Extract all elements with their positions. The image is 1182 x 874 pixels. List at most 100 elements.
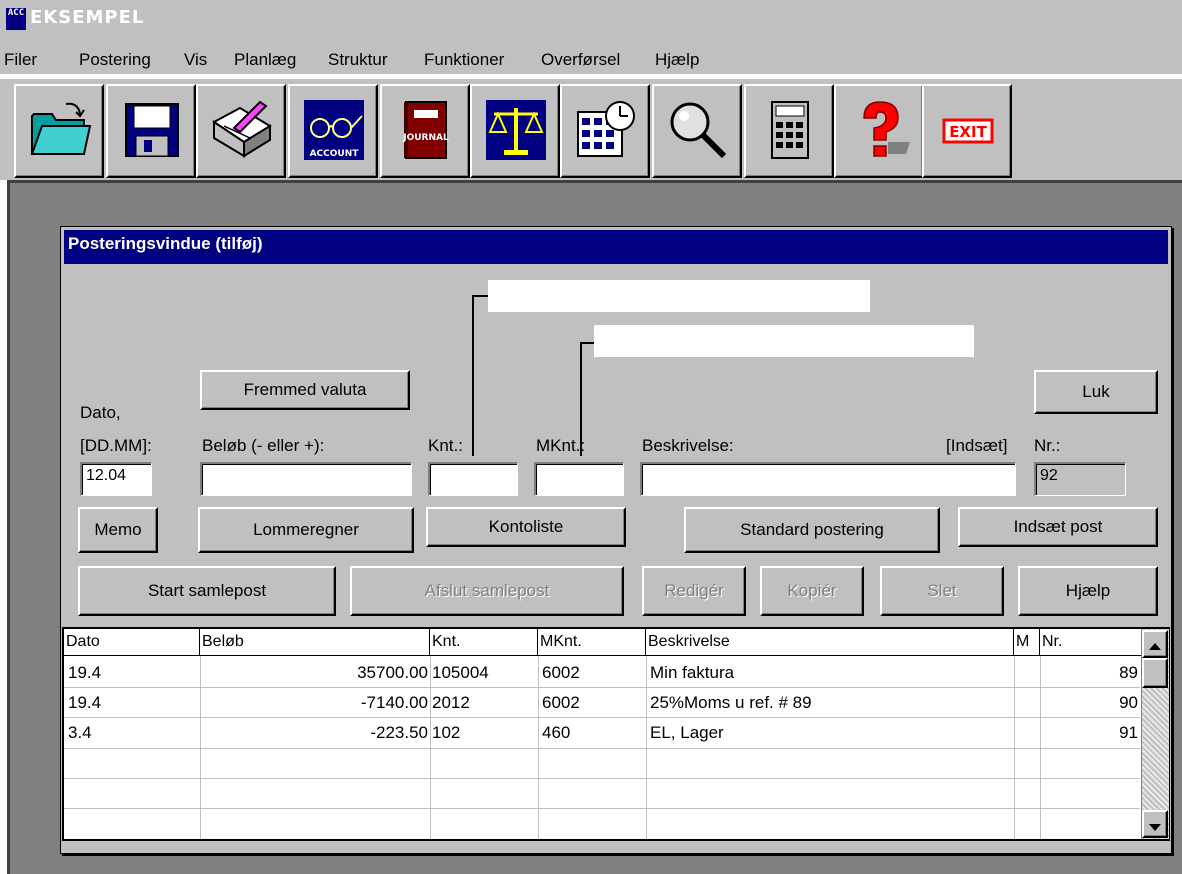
cell-account[interactable]: 2012 xyxy=(430,688,538,718)
copy-post-button: Kopiér xyxy=(760,566,864,616)
description-label: Beskrivelse: xyxy=(642,436,734,455)
amount-field[interactable] xyxy=(200,462,412,496)
account-list-button[interactable]: Kontoliste xyxy=(426,507,626,547)
edit-button[interactable] xyxy=(196,84,286,178)
calculator-button[interactable] xyxy=(744,84,834,178)
arrow-up-icon xyxy=(1149,643,1161,650)
menu-filer[interactable]: Filer xyxy=(4,50,37,70)
balance-button[interactable] xyxy=(470,84,560,178)
grid-line xyxy=(64,778,1140,779)
calendar-button[interactable] xyxy=(560,84,650,178)
edit-notepad-icon xyxy=(212,100,272,158)
column-header-amount[interactable]: Beløb xyxy=(200,629,430,656)
save-disk-icon xyxy=(125,103,179,157)
magnifier-icon xyxy=(670,102,727,159)
memo-button[interactable]: Memo xyxy=(78,507,158,553)
account-label: Knt.: xyxy=(428,436,463,455)
column-header-description[interactable]: Beskrivelse xyxy=(646,629,1014,656)
grid-line xyxy=(64,748,1140,749)
redacted-callout xyxy=(594,325,974,357)
insert-post-button[interactable]: Indsæt post xyxy=(958,507,1158,547)
cell-counter-account[interactable]: 6002 xyxy=(538,688,646,718)
close-button[interactable]: Luk xyxy=(1034,370,1158,414)
cell-amount[interactable]: -7140.00 xyxy=(200,688,430,718)
callout-line xyxy=(472,295,474,456)
date-label: Dato, xyxy=(80,403,121,422)
svg-text:EXIT: EXIT xyxy=(949,123,987,141)
help-button[interactable] xyxy=(834,84,924,178)
calculator-icon xyxy=(771,101,809,159)
menu-overforsel[interactable]: Overførsel xyxy=(541,50,620,70)
number-label: Nr.: xyxy=(1034,436,1061,455)
cell-description[interactable]: Min faktura xyxy=(646,658,1014,688)
counter-account-label: MKnt.: xyxy=(536,436,586,455)
redacted-callout xyxy=(488,280,870,312)
scroll-down-button[interactable] xyxy=(1142,810,1168,838)
account-field[interactable] xyxy=(428,462,518,496)
calculator-dialog-button[interactable]: Lommeregner xyxy=(198,507,414,553)
cell-amount[interactable]: -223.50 xyxy=(200,718,430,748)
exit-button[interactable]: EXIT xyxy=(922,84,1012,178)
foreign-currency-button[interactable]: Fremmed valuta xyxy=(200,370,410,410)
menu-struktur[interactable]: Struktur xyxy=(328,50,388,70)
menu-hjaelp[interactable]: Hjælp xyxy=(655,50,699,70)
standard-posting-button[interactable]: Standard postering xyxy=(684,507,940,553)
column-header-date[interactable]: Dato xyxy=(64,629,200,656)
help-dialog-button[interactable]: Hjælp xyxy=(1018,566,1158,616)
cell-description[interactable]: EL, Lager xyxy=(646,718,1014,748)
cell-m[interactable] xyxy=(1014,658,1040,688)
balance-scale-icon xyxy=(486,100,546,160)
cell-counter-account[interactable]: 6002 xyxy=(538,658,646,688)
column-header-number[interactable]: Nr. xyxy=(1040,629,1142,656)
insert-hint-label: [Indsæt] xyxy=(946,436,1008,455)
cell-account[interactable]: 102 xyxy=(430,718,538,748)
help-question-icon xyxy=(863,101,910,157)
cell-number[interactable]: 89 xyxy=(1040,658,1140,688)
delete-post-button: Slet xyxy=(880,566,1004,616)
cell-description[interactable]: 25%Moms u ref. # 89 xyxy=(646,688,1014,718)
journal-button[interactable]: JOURNAL xyxy=(380,84,470,178)
menu-postering[interactable]: Postering xyxy=(79,50,151,70)
cell-account[interactable]: 105004 xyxy=(430,658,538,688)
arrow-down-icon xyxy=(1149,824,1161,831)
cell-m[interactable] xyxy=(1014,688,1040,718)
cell-number[interactable]: 90 xyxy=(1040,688,1140,718)
menu-funktioner[interactable]: Funktioner xyxy=(424,50,504,70)
dialog-title: Posteringsvindue (tilføj) xyxy=(64,230,1168,264)
column-header-m[interactable]: M xyxy=(1014,629,1040,656)
exit-icon: EXIT xyxy=(942,118,994,144)
menu-vis[interactable]: Vis xyxy=(184,50,207,70)
account-glasses-icon: ACCOUNT xyxy=(304,100,364,160)
save-button[interactable] xyxy=(106,84,196,178)
date-field[interactable]: 12.04 xyxy=(80,462,152,496)
cell-counter-account[interactable]: 460 xyxy=(538,718,646,748)
menu-planlaeg[interactable]: Planlæg xyxy=(234,50,296,70)
calendar-clock-icon xyxy=(577,101,635,157)
cell-m[interactable] xyxy=(1014,718,1040,748)
cell-amount[interactable]: 35700.00 xyxy=(200,658,430,688)
open-button[interactable] xyxy=(14,84,104,178)
column-header-account[interactable]: Knt. xyxy=(430,629,538,656)
counter-account-field[interactable] xyxy=(534,462,624,496)
edit-post-button: Redigér xyxy=(642,566,746,616)
open-folder-icon xyxy=(30,102,92,155)
scroll-thumb[interactable] xyxy=(1142,658,1168,688)
journal-book-icon: JOURNAL xyxy=(402,101,449,159)
svg-text:JOURNAL: JOURNAL xyxy=(402,133,449,143)
end-batch-button: Afslut samlepost xyxy=(350,566,624,616)
amount-label: Beløb (- eller +): xyxy=(202,436,325,455)
cell-date[interactable]: 19.4 xyxy=(66,658,200,688)
cell-date[interactable]: 3.4 xyxy=(66,718,200,748)
search-button[interactable] xyxy=(652,84,742,178)
title-bar xyxy=(0,0,1182,34)
scroll-up-button[interactable] xyxy=(1142,630,1168,658)
number-field: 92 xyxy=(1034,462,1126,496)
cell-number[interactable]: 91 xyxy=(1040,718,1140,748)
description-field[interactable] xyxy=(640,462,1016,496)
grid-line xyxy=(64,808,1140,809)
column-header-counter-account[interactable]: MKnt. xyxy=(538,629,646,656)
cell-date[interactable]: 19.4 xyxy=(66,688,200,718)
account-button[interactable]: ACCOUNT xyxy=(288,84,378,178)
app-icon[interactable]: ACC xyxy=(6,8,26,30)
start-batch-button[interactable]: Start samlepost xyxy=(78,566,336,616)
